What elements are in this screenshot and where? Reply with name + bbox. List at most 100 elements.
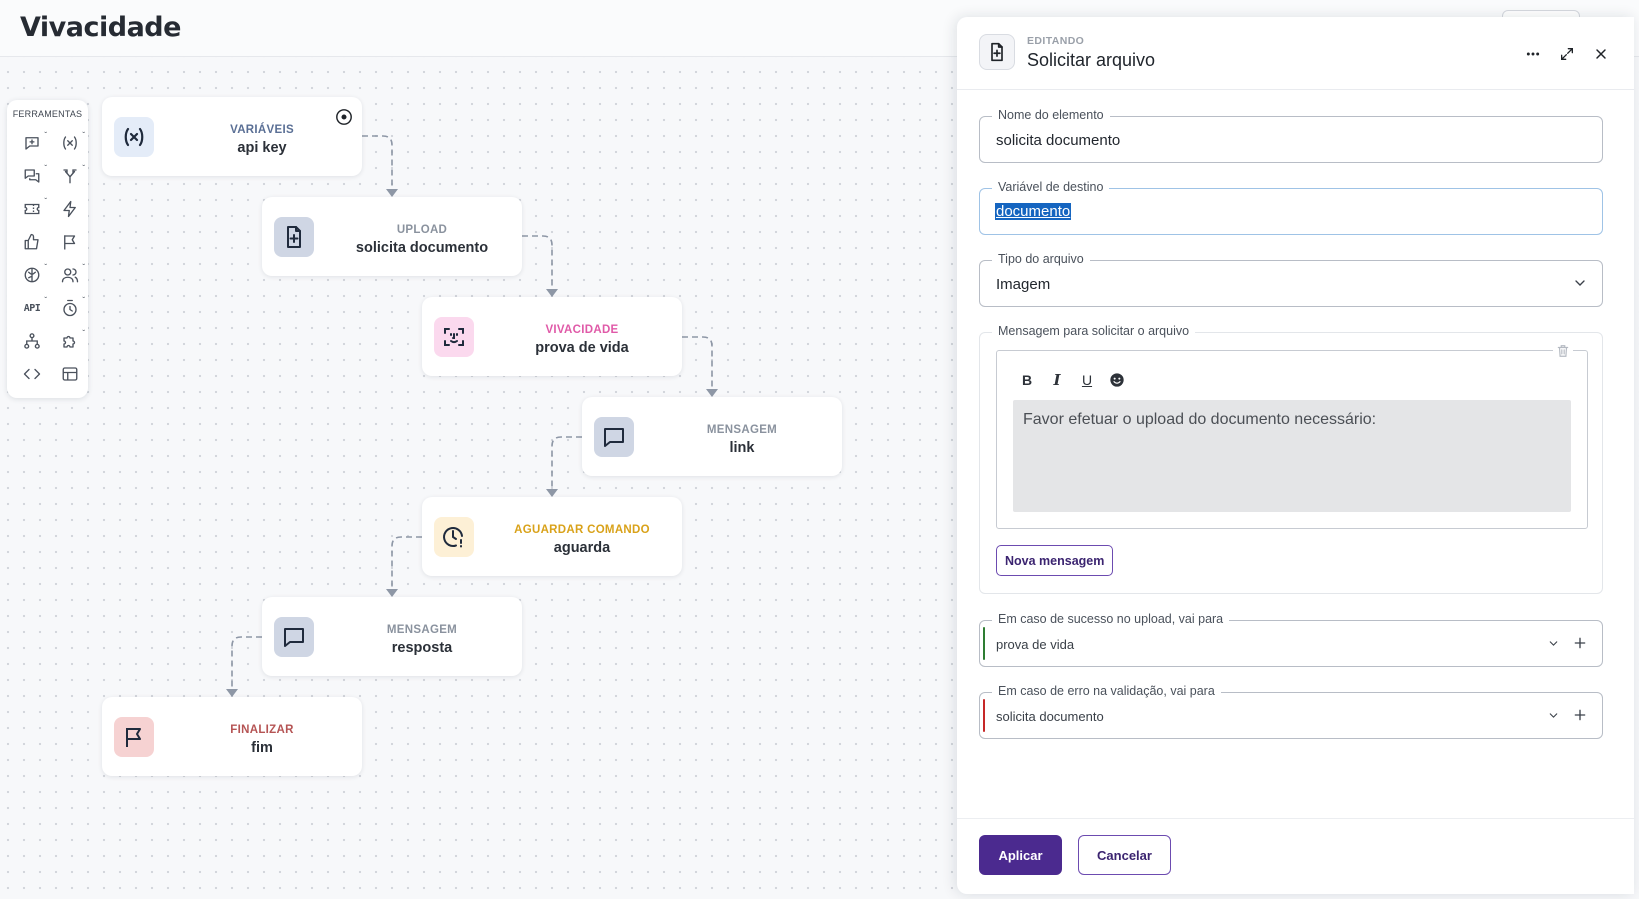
- node-kind: UPLOAD: [396, 224, 448, 236]
- node-kind: VIVACIDADE: [545, 324, 619, 336]
- message-plus-icon: [25, 137, 39, 150]
- element-name-label: Nome do elemento: [992, 108, 1110, 122]
- message-text: Favor efetuar o upload do documento nece…: [1023, 411, 1377, 428]
- brain-icon: [24, 267, 40, 283]
- flow-node-wait-command[interactable]: AGUARDAR COMANDO aguarda: [422, 497, 682, 576]
- tool-ticket[interactable]: ˇ: [17, 196, 47, 222]
- error-route-value: solicita documento: [996, 709, 1104, 724]
- element-name-field[interactable]: Nome do elemento solicita documento: [979, 108, 1603, 163]
- tool-hierarchy[interactable]: [17, 328, 47, 354]
- file-type-label: Tipo do arquivo: [992, 252, 1090, 266]
- message-icon: [284, 628, 304, 647]
- flow-node-message-reply[interactable]: MENSAGEM resposta: [262, 597, 522, 676]
- edge-variables-upload: [362, 135, 393, 190]
- panel-header-icon-box: [979, 34, 1015, 70]
- node-label: link: [729, 440, 755, 456]
- node-icon-box: [274, 217, 314, 257]
- more-options-button[interactable]: [1522, 43, 1544, 65]
- node-icon-box: [114, 117, 154, 157]
- tool-trigger[interactable]: [55, 196, 85, 222]
- emoji-icon: [1110, 373, 1124, 387]
- tool-branch[interactable]: ˇ: [55, 163, 85, 189]
- tool-plugins[interactable]: ˇ: [55, 328, 85, 354]
- node-kind: FINALIZAR: [230, 724, 294, 736]
- api-icon: API: [23, 302, 41, 314]
- cancel-button[interactable]: Cancelar: [1078, 835, 1171, 875]
- emoji-button[interactable]: [1107, 370, 1127, 390]
- node-label: prova de vida: [535, 340, 629, 356]
- flow-node-variables[interactable]: VARIÁVEIS api key: [102, 97, 362, 176]
- italic-button[interactable]: I: [1047, 370, 1067, 390]
- tools-palette: FERRAMENTAS ˇ ˇ ˇ ˇ ˇ ˇ ˇ API ˇ ˇ ˇ: [7, 100, 88, 398]
- file-type-value: Imagem: [996, 276, 1051, 293]
- code-icon: [23, 368, 41, 380]
- expand-panel-button[interactable]: [1556, 43, 1578, 65]
- edit-element-panel: EDITANDO Solicitar arquivo Nome do eleme…: [957, 17, 1634, 894]
- bold-button[interactable]: B: [1017, 370, 1037, 390]
- delete-message-button[interactable]: [1553, 341, 1573, 361]
- tool-users[interactable]: ˇ: [55, 262, 85, 288]
- close-panel-button[interactable]: [1590, 43, 1612, 65]
- close-icon: [1596, 49, 1606, 59]
- flow-node-finish[interactable]: FINALIZAR fim: [102, 697, 362, 776]
- flow-node-liveness[interactable]: VIVACIDADE prova de vida: [422, 297, 682, 376]
- ticket-icon: [24, 203, 40, 215]
- split-icon: [63, 169, 77, 184]
- message-editor: B I U Favor efetuar o upload do document…: [996, 341, 1588, 529]
- request-message-group: Mensagem para solicitar o arquivo B I U …: [979, 324, 1603, 594]
- success-route-select[interactable]: Em caso de sucesso no upload, vai para p…: [979, 612, 1603, 667]
- message-text-area[interactable]: Favor efetuar o upload do documento nece…: [1013, 400, 1571, 512]
- file-plus-icon: [991, 42, 1003, 62]
- variable-icon: [63, 136, 77, 150]
- tool-table[interactable]: [55, 361, 85, 387]
- edge-message-wait: [551, 436, 582, 490]
- tool-rating[interactable]: [17, 229, 47, 255]
- table-icon: [62, 367, 78, 381]
- thumbs-up-icon: [24, 233, 39, 250]
- file-type-select[interactable]: Tipo do arquivo Imagem: [979, 252, 1603, 307]
- edge-reply-finish: [231, 636, 262, 690]
- chevron-down-icon: [1575, 280, 1585, 286]
- node-kind: MENSAGEM: [706, 424, 778, 436]
- apply-button[interactable]: Aplicar: [979, 835, 1062, 875]
- target-variable-field[interactable]: Variável de destino documento: [979, 180, 1603, 235]
- tool-variables[interactable]: ˇ: [55, 130, 85, 156]
- expand-icon: [1561, 48, 1573, 60]
- node-label: fim: [251, 740, 273, 756]
- tool-finish[interactable]: [55, 229, 85, 255]
- flow-node-message-link[interactable]: MENSAGEM link: [582, 397, 842, 476]
- plus-icon[interactable]: [1572, 635, 1588, 651]
- new-message-button[interactable]: Nova mensagem: [996, 545, 1114, 576]
- flag-icon: [126, 728, 141, 747]
- node-label: aguarda: [553, 540, 611, 556]
- node-icon-box: [434, 317, 474, 357]
- chevron-down-icon: [1549, 713, 1558, 718]
- edge-upload-liveness: [522, 235, 553, 290]
- tool-api[interactable]: API ˇ: [17, 295, 47, 321]
- target-variable-value: documento: [995, 203, 1072, 220]
- node-label: solicita documento: [355, 240, 489, 256]
- underline-button[interactable]: U: [1077, 370, 1097, 390]
- node-icon-box: [594, 417, 634, 457]
- success-route-value: prova de vida: [996, 637, 1075, 652]
- error-indicator: [983, 699, 985, 732]
- tool-add-message[interactable]: ˇ: [17, 130, 47, 156]
- node-icon-box: [434, 517, 474, 557]
- node-kind: MENSAGEM: [386, 624, 458, 636]
- chevron-down-icon: [1549, 641, 1558, 646]
- variable-icon: [124, 127, 144, 147]
- tool-ai[interactable]: ˇ: [17, 262, 47, 288]
- tool-timer[interactable]: ˇ: [55, 295, 85, 321]
- more-horizontal-icon: [1526, 52, 1540, 56]
- plus-icon[interactable]: [1572, 707, 1588, 723]
- request-message-label: Mensagem para solicitar o arquivo: [992, 324, 1196, 338]
- flow-node-upload[interactable]: UPLOAD solicita documento: [262, 197, 522, 276]
- timer-icon: [63, 299, 77, 317]
- panel-footer-divider: [957, 818, 1634, 819]
- node-icon-box: [114, 717, 154, 757]
- tool-conversation[interactable]: ˇ: [17, 163, 47, 189]
- node-kind: AGUARDAR COMANDO: [514, 524, 650, 536]
- puzzle-icon: [63, 335, 76, 348]
- tool-code[interactable]: [17, 361, 47, 387]
- error-route-select[interactable]: Em caso de erro na validação, vai para s…: [979, 684, 1603, 739]
